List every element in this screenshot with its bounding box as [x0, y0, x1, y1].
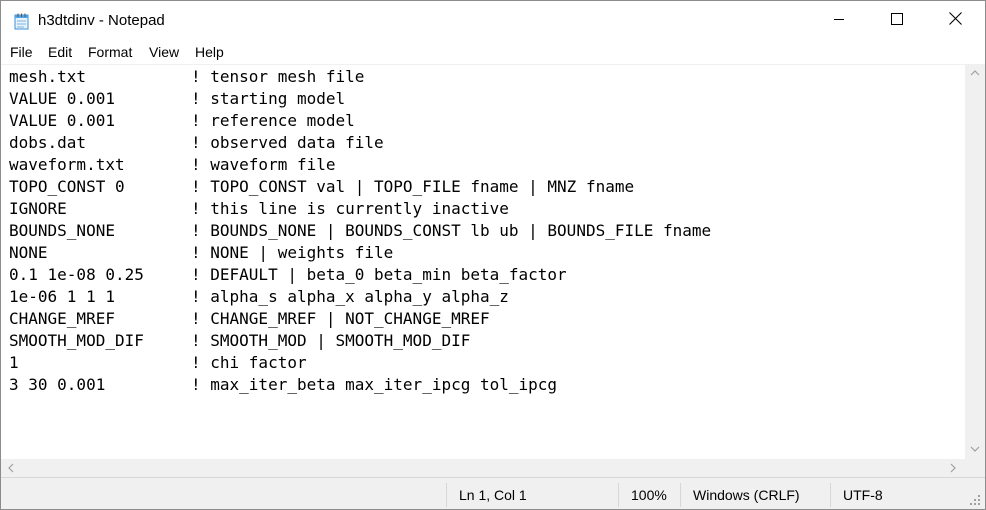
encoding: UTF-8	[843, 487, 883, 503]
close-button[interactable]	[926, 1, 984, 41]
status-divider	[446, 483, 447, 507]
line-comment: ! this line is currently inactive	[191, 199, 509, 218]
status-divider	[830, 483, 831, 507]
line-value: 1	[9, 353, 19, 372]
line-comment: ! NONE | weights file	[191, 243, 394, 262]
line-comment: ! TOPO_CONST val | TOPO_FILE fname | MNZ…	[191, 177, 635, 196]
maximize-icon	[891, 12, 903, 30]
line-value: dobs.dat	[9, 133, 87, 152]
menu-help[interactable]: Help	[195, 44, 224, 60]
scroll-up-icon[interactable]	[970, 69, 980, 79]
line-comment: ! tensor mesh file	[191, 67, 365, 86]
line-comment: ! DEFAULT | beta_0 beta_min beta_factor	[191, 265, 567, 284]
maximize-button[interactable]	[868, 1, 926, 41]
line-comment: ! SMOOTH_MOD | SMOOTH_MOD_DIF	[191, 331, 471, 350]
line-ending: Windows (CRLF)	[693, 487, 800, 503]
line-value: NONE	[9, 243, 48, 262]
line-comment: ! max_iter_beta max_iter_ipcg tol_ipcg	[191, 375, 558, 394]
menu-edit[interactable]: Edit	[48, 44, 72, 60]
menu-format[interactable]: Format	[88, 44, 132, 60]
title-bar[interactable]: h3dtdinv - Notepad	[1, 1, 985, 41]
line-value: BOUNDS_NONE	[9, 221, 115, 240]
vertical-scrollbar[interactable]	[965, 64, 985, 459]
zoom-level: 100%	[631, 487, 667, 503]
notepad-icon	[14, 13, 29, 30]
close-icon	[948, 12, 962, 30]
status-divider	[680, 483, 681, 507]
notepad-window: h3dtdinv - Notepad File Edit Format View…	[0, 0, 986, 510]
menu-view[interactable]: View	[149, 44, 179, 60]
scrollbar-corner	[965, 459, 985, 477]
status-bar: Ln 1, Col 1 100% Windows (CRLF) UTF-8	[1, 477, 985, 509]
line-comment: ! CHANGE_MREF | NOT_CHANGE_MREF	[191, 309, 490, 328]
line-comment: ! starting model	[191, 89, 346, 108]
line-comment: ! BOUNDS_NONE | BOUNDS_CONST lb ub | BOU…	[191, 221, 712, 240]
status-divider	[618, 483, 619, 507]
line-value: 3 30 0.001	[9, 375, 106, 394]
cursor-position: Ln 1, Col 1	[459, 487, 527, 503]
scroll-down-icon[interactable]	[970, 445, 980, 455]
horizontal-scrollbar[interactable]	[1, 459, 965, 477]
window-title: h3dtdinv - Notepad	[38, 12, 165, 29]
minimize-button[interactable]	[810, 1, 868, 41]
menu-bar: File Edit Format View Help	[1, 41, 985, 64]
line-value: SMOOTH_MOD_DIF	[9, 331, 144, 350]
scroll-right-icon[interactable]	[950, 463, 956, 476]
line-value: CHANGE_MREF	[9, 309, 115, 328]
line-value: IGNORE	[9, 199, 67, 218]
line-value: VALUE 0.001	[9, 89, 115, 108]
line-comment: ! observed data file	[191, 133, 384, 152]
line-value: TOPO_CONST 0	[9, 177, 125, 196]
line-value: 0.1 1e-08 0.25	[9, 265, 144, 284]
line-value: VALUE 0.001	[9, 111, 115, 130]
scroll-left-icon[interactable]	[8, 463, 14, 476]
line-comment: ! reference model	[191, 111, 355, 130]
line-comment: ! alpha_s alpha_x alpha_y alpha_z	[191, 287, 509, 306]
text-editor[interactable]: mesh.txt ! tensor mesh file VALUE 0.001 ! …	[1, 64, 965, 460]
line-value: 1e-06 1 1 1	[9, 287, 115, 306]
menu-file[interactable]: File	[10, 44, 33, 60]
line-comment: ! chi factor	[191, 353, 307, 372]
line-value: mesh.txt	[9, 67, 87, 86]
line-value: waveform.txt	[9, 155, 125, 174]
line-comment: ! waveform file	[191, 155, 336, 174]
resize-grip-icon[interactable]	[967, 492, 981, 506]
minimize-icon	[833, 12, 845, 30]
